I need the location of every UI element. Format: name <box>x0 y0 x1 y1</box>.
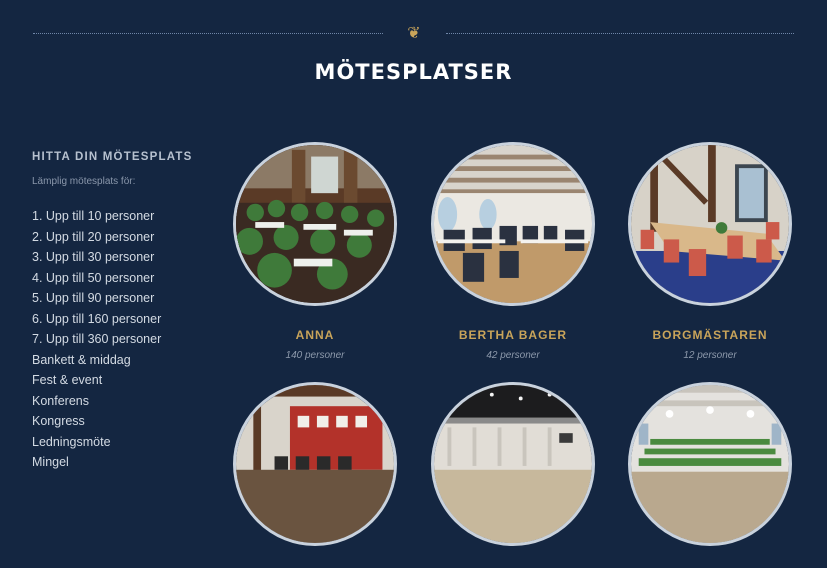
filter-link[interactable]: 3. Upp till 30 personer <box>32 247 222 268</box>
filter-link[interactable]: Ledningsmöte <box>32 432 222 453</box>
filter-link[interactable]: 6. Upp till 160 personer <box>32 309 222 330</box>
filter-link[interactable]: 5. Upp till 90 personer <box>32 288 222 309</box>
venue-photo[interactable] <box>233 142 397 306</box>
filter-link[interactable]: Bankett & middag <box>32 350 222 371</box>
venue-photo[interactable] <box>233 382 397 546</box>
filter-link[interactable]: Kongress <box>32 411 222 432</box>
header-divider-right <box>446 33 794 34</box>
filter-list: 1. Upp till 10 personer 2. Upp till 20 p… <box>32 206 222 473</box>
classroom-hall-image <box>434 145 592 303</box>
filter-link[interactable]: Konferens <box>32 391 222 412</box>
filter-link[interactable]: Mingel <box>32 452 222 473</box>
gallery-room-image <box>236 385 394 543</box>
congress-hall-image <box>434 385 592 543</box>
filter-link[interactable]: 4. Upp till 50 personer <box>32 268 222 289</box>
venue-card-anna[interactable]: ANNA 140 personer <box>230 142 400 361</box>
venue-capacity: 140 personer <box>285 350 345 361</box>
venue-card-borgmastaren[interactable]: BORGMÄSTAREN 12 personer <box>625 142 795 361</box>
filter-link[interactable]: Fest & event <box>32 370 222 391</box>
venue-card[interactable] <box>625 382 795 568</box>
sidebar-subheading: Lämplig mötesplats för: <box>32 176 136 187</box>
venue-filter-sidebar: HITTA DIN MÖTESPLATS Lämplig mötesplats … <box>32 151 222 473</box>
venue-name[interactable]: BORGMÄSTAREN <box>625 328 795 342</box>
venue-card-bertha-bager[interactable]: BERTHA BAGER 42 personer <box>428 142 598 361</box>
banquet-hall-image <box>236 145 394 303</box>
venue-capacity: 42 personer <box>486 350 540 361</box>
venue-card[interactable] <box>428 382 598 568</box>
header-divider-left <box>33 33 383 34</box>
boardroom-image <box>631 145 789 303</box>
fleuron-icon: ❦ <box>407 25 421 42</box>
venue-name[interactable]: BERTHA BAGER <box>428 328 598 342</box>
venue-card[interactable] <box>230 382 400 568</box>
venue-photo[interactable] <box>628 142 792 306</box>
filter-link[interactable]: 1. Upp till 10 personer <box>32 206 222 227</box>
page-title: MÖTESPLATSER <box>314 60 513 84</box>
filter-link[interactable]: 2. Upp till 20 personer <box>32 227 222 248</box>
venue-photo[interactable] <box>431 142 595 306</box>
venue-photo[interactable] <box>628 382 792 546</box>
venue-photo[interactable] <box>431 382 595 546</box>
sidebar-heading: HITTA DIN MÖTESPLATS <box>32 151 193 163</box>
ballroom-image <box>631 385 789 543</box>
filter-link[interactable]: 7. Upp till 360 personer <box>32 329 222 350</box>
venue-name[interactable]: ANNA <box>230 328 400 342</box>
venue-capacity: 12 personer <box>683 350 737 361</box>
